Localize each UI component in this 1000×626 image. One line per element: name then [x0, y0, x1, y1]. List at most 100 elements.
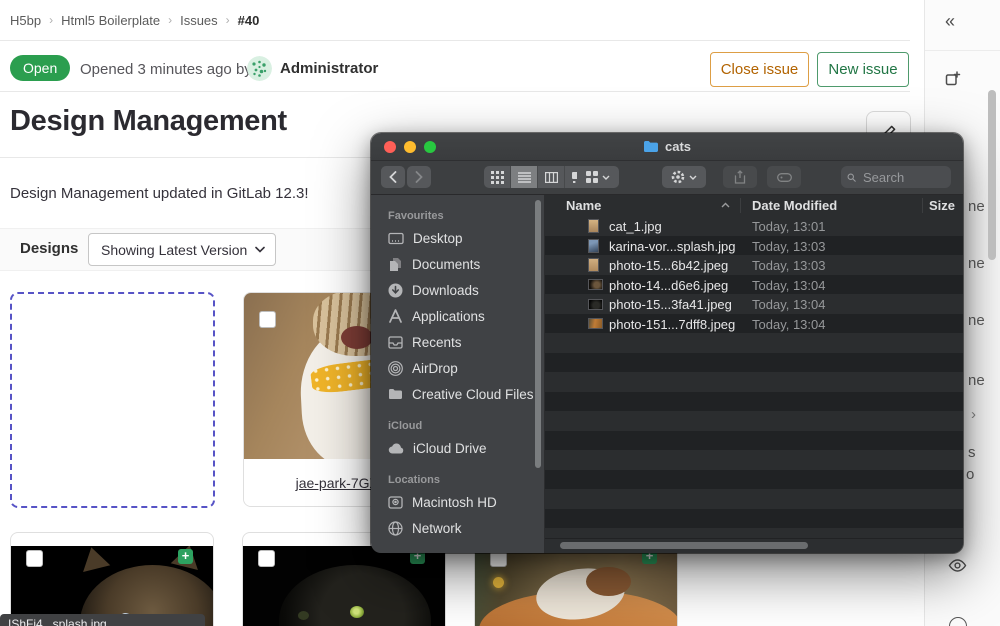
file-row[interactable]: photo-151...7dff8.jpeg Today, 13:04 [545, 314, 963, 334]
sidebar-item-label: iCloud Drive [413, 441, 487, 456]
column-divider[interactable] [740, 198, 741, 213]
file-thumbnail [588, 299, 603, 310]
horizontal-scrollbar[interactable] [545, 538, 963, 553]
sidebar-item-icloud-drive[interactable]: iCloud Drive [371, 435, 544, 461]
file-date: Today, 13:04 [752, 317, 825, 332]
divider [0, 40, 910, 41]
avatar[interactable] [247, 56, 272, 81]
action-gear-button[interactable] [662, 166, 706, 188]
divider [0, 91, 910, 92]
sidebar-chevron-fragment: › [971, 406, 976, 423]
window-title: cats [371, 133, 963, 160]
sidebar-text-fragment: o [966, 466, 974, 483]
copy-reference-icon[interactable] [944, 70, 961, 87]
list-header: Name Date Modified Size [545, 195, 963, 217]
sidebar-item-documents[interactable]: Documents [371, 251, 544, 277]
sidebar-none-fragment: ne [968, 198, 985, 215]
empty-row [545, 509, 963, 529]
breadcrumb-separator: › [226, 13, 230, 27]
close-issue-button[interactable]: Close issue [710, 52, 809, 87]
empty-row [545, 431, 963, 451]
sidebar-item-label: AirDrop [412, 361, 458, 376]
group-by-button[interactable] [577, 166, 619, 188]
design-card[interactable]: + [10, 532, 214, 626]
new-issue-button[interactable]: New issue [817, 52, 909, 87]
sidebar-item-creative-cloud-files[interactable]: Creative Cloud Files [371, 381, 544, 407]
folder-icon [388, 388, 403, 400]
icon-view-button[interactable] [484, 166, 510, 188]
empty-row [545, 489, 963, 509]
window-title-text: cats [665, 139, 691, 154]
file-name: photo-15...3fa41.jpeg [609, 297, 732, 312]
filename-tooltip: IShFi4...splash.jpg [0, 614, 205, 626]
search-input[interactable] [861, 169, 945, 186]
file-thumbnail [588, 279, 603, 290]
sidebar-none-fragment: ne [968, 372, 985, 389]
file-date: Today, 13:04 [752, 278, 825, 293]
file-row[interactable]: photo-15...3fa41.jpeg Today, 13:04 [545, 294, 963, 314]
sidebar-item-airdrop[interactable]: AirDrop [371, 355, 544, 381]
sidebar-text-fragment: s [968, 444, 976, 461]
author-name[interactable]: Administrator [280, 60, 378, 77]
view-switcher [484, 166, 591, 188]
file-name: photo-151...7dff8.jpeg [609, 317, 735, 332]
column-divider[interactable] [922, 198, 923, 213]
column-header-date-modified[interactable]: Date Modified [752, 198, 837, 213]
harddrive-icon [388, 496, 403, 509]
list-view-button[interactable] [510, 166, 537, 188]
finder-toolbar [371, 161, 963, 195]
column-header-name[interactable]: Name [566, 198, 601, 213]
forward-button[interactable] [407, 166, 431, 188]
breadcrumb-group[interactable]: H5bp [10, 13, 41, 28]
globe-icon [388, 521, 403, 536]
column-view-button[interactable] [537, 166, 564, 188]
column-header-size[interactable]: Size [929, 198, 955, 213]
breadcrumb-issue-number[interactable]: #40 [238, 13, 260, 28]
finder-search-field[interactable] [841, 166, 951, 188]
breadcrumb-issues[interactable]: Issues [180, 13, 218, 28]
sidebar-item-macintosh-hd[interactable]: Macintosh HD [371, 489, 544, 515]
sidebar-collapse-icon[interactable]: « [945, 11, 955, 32]
version-filter-dropdown[interactable]: Showing Latest Version [88, 233, 276, 266]
sidebar-item-downloads[interactable]: Downloads [371, 277, 544, 303]
empty-row [545, 450, 963, 470]
chevron-down-icon [689, 175, 697, 180]
design-checkbox[interactable] [259, 311, 276, 328]
tag-button[interactable] [767, 166, 801, 188]
status-badge: Open [10, 55, 70, 81]
page-scrollbar[interactable] [988, 90, 996, 260]
sidebar-scrollbar[interactable] [535, 200, 541, 468]
file-row[interactable]: photo-15...6b42.jpeg Today, 13:03 [545, 255, 963, 275]
sidebar-section-title: Favourites [371, 204, 544, 225]
design-dropzone[interactable]: cat_1.jpg Incoming! Drop your designs to… [10, 292, 215, 508]
horizontal-scrollbar-thumb[interactable] [560, 542, 808, 549]
empty-row [545, 411, 963, 431]
design-checkbox[interactable] [258, 550, 275, 567]
sidebar-item-applications[interactable]: Applications [371, 303, 544, 329]
file-row[interactable]: cat_1.jpg Today, 13:01 [545, 216, 963, 236]
sidebar-section-title: iCloud [371, 407, 544, 435]
sidebar-section-title: Locations [371, 461, 544, 489]
share-button[interactable] [723, 166, 757, 188]
file-date: Today, 13:03 [752, 239, 825, 254]
file-thumbnail [588, 219, 599, 233]
sidebar-item-desktop[interactable]: Desktop [371, 225, 544, 251]
finder-titlebar[interactable]: cats [371, 133, 963, 161]
opened-text: Opened 3 minutes ago by [80, 61, 252, 78]
design-checkbox[interactable] [26, 550, 43, 567]
file-row[interactable]: photo-14...d6e6.jpeg Today, 13:04 [545, 275, 963, 295]
file-row[interactable]: karina-vor...splash.jpg Today, 13:03 [545, 236, 963, 256]
finder-window: cats [371, 133, 963, 553]
breadcrumb-project[interactable]: Html5 Boilerplate [61, 13, 160, 28]
sidebar-item-recents[interactable]: Recents [371, 329, 544, 355]
file-name: photo-14...d6e6.jpeg [609, 278, 728, 293]
back-button[interactable] [381, 166, 405, 188]
update-alert-text: Design Management updated in GitLab 12.3… [10, 185, 309, 202]
designs-label: Designs [20, 240, 78, 257]
identicon [247, 56, 272, 81]
file-rows: cat_1.jpg Today, 13:01 karina-vor...spla… [545, 216, 963, 553]
file-thumbnail [588, 318, 603, 329]
eye-icon[interactable] [948, 558, 967, 573]
sidebar-item-network[interactable]: Network [371, 515, 544, 541]
breadcrumb-separator: › [49, 13, 53, 27]
